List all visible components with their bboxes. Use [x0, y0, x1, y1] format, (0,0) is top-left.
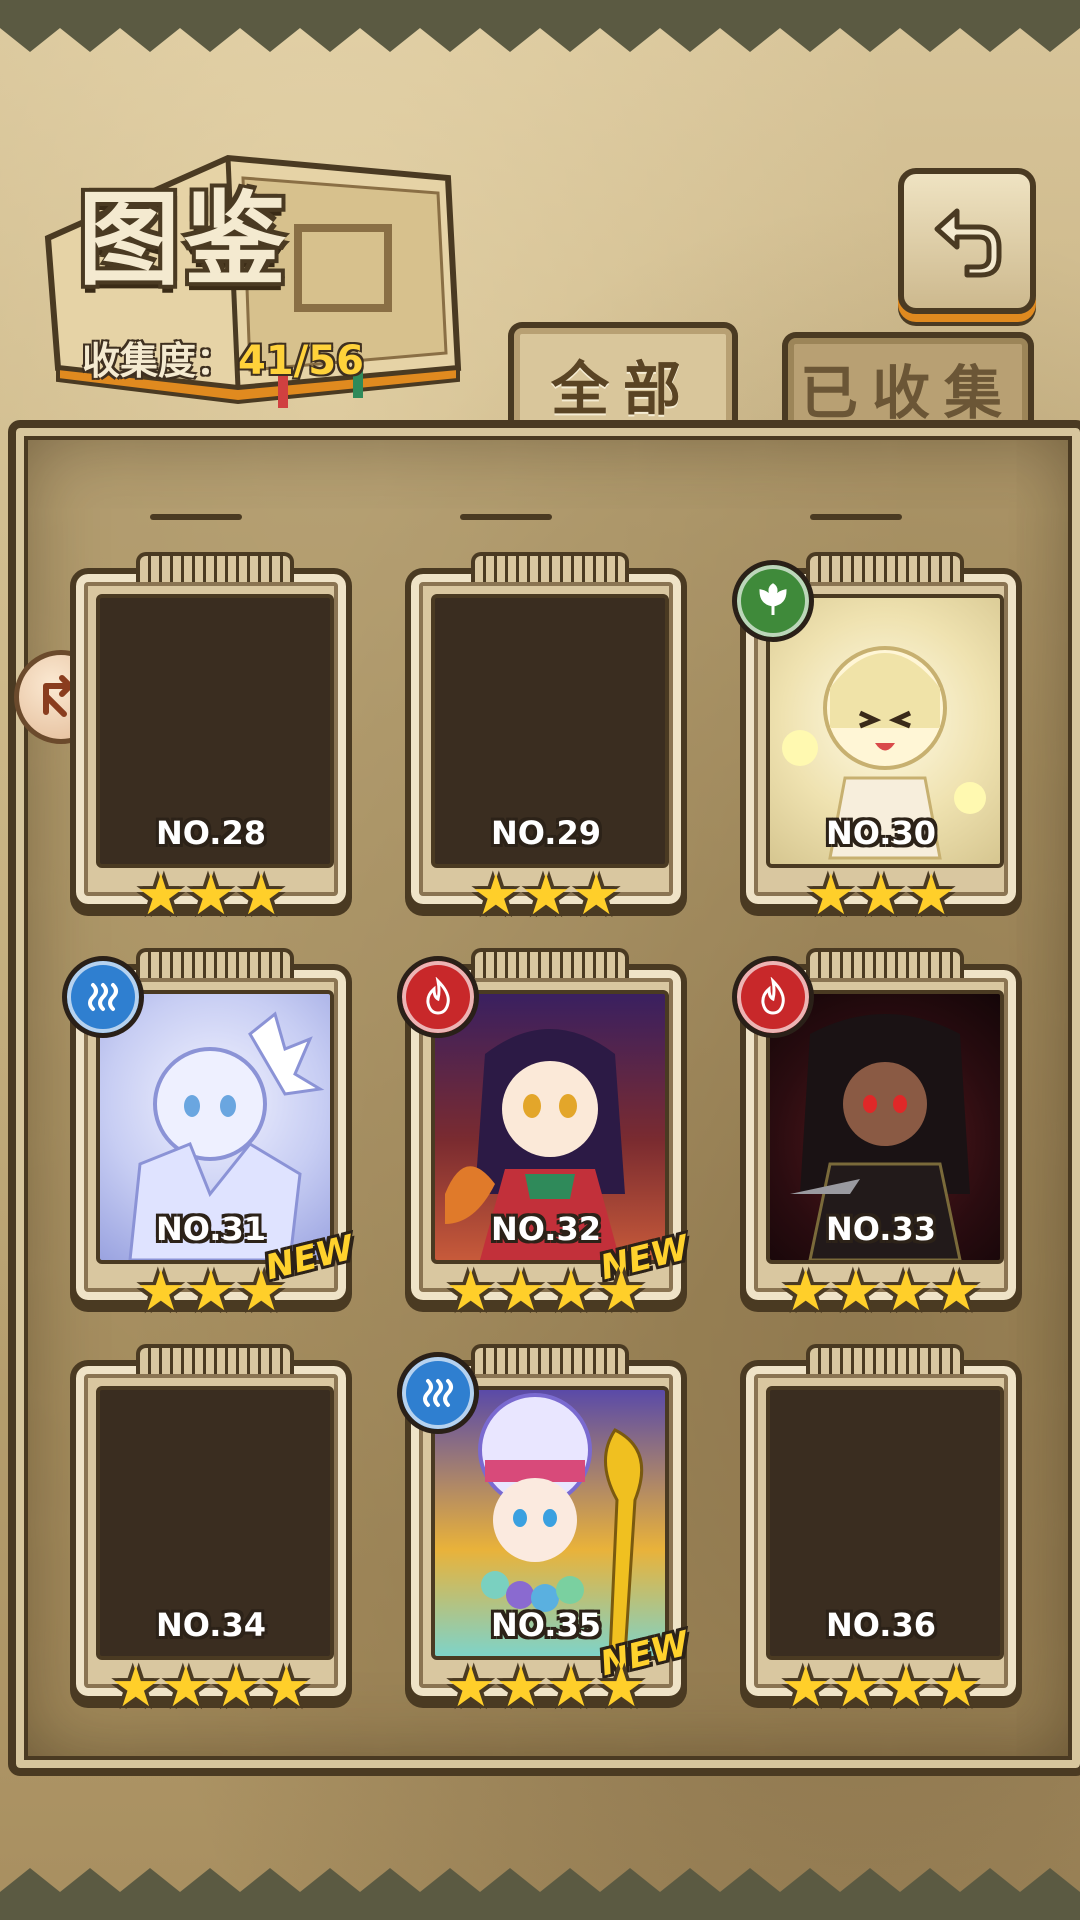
card-number: NO.30	[826, 814, 936, 852]
card-ornament	[471, 552, 629, 582]
star-rating: ★★★★	[411, 1264, 681, 1320]
water-icon	[397, 1352, 479, 1434]
card-ornament	[806, 552, 964, 582]
monster-card[interactable]: NO.29 ★★★	[405, 552, 687, 924]
star-rating: ★★★★	[411, 1660, 681, 1716]
star-rating: ★★★★	[746, 1660, 1016, 1716]
page-title: 图鉴	[78, 181, 290, 300]
card-number: NO.28	[156, 814, 266, 852]
star-icon: ★★★★	[780, 1259, 982, 1324]
card-ornament	[806, 1344, 964, 1374]
water-icon	[62, 956, 144, 1038]
back-button[interactable]	[898, 168, 1036, 314]
card-ornament	[471, 1344, 629, 1374]
star-icon: ★★★★	[780, 1655, 982, 1720]
bottom-zigzag-border	[0, 1868, 1080, 1920]
monster-card[interactable]: NO.32 NEW ★★★★	[397, 948, 693, 1320]
fire-icon	[397, 956, 479, 1038]
card-number: NO.33	[826, 1210, 936, 1248]
monster-card[interactable]: NO.30 ★★★	[732, 552, 1022, 924]
star-icon: ★★★	[470, 863, 622, 928]
star-icon: ★★★★	[110, 1655, 312, 1720]
card-ornament	[136, 948, 294, 978]
star-rating: ★★★	[411, 868, 681, 924]
star-icon: ★★★	[135, 863, 287, 928]
monster-card[interactable]: NO.31 NEW ★★★	[62, 948, 358, 1320]
star-rating: ★★★	[746, 868, 1016, 924]
star-icon: ★★★★	[445, 1655, 647, 1720]
monster-card[interactable]: NO.28 ★★★	[70, 552, 352, 924]
progress-label: 收集度：	[82, 339, 235, 383]
collection-progress: 收集度： 41/56	[82, 330, 364, 385]
return-arrow-icon	[934, 208, 1002, 278]
star-rating: ★★★★	[746, 1264, 1016, 1320]
card-number: NO.29	[491, 814, 601, 852]
card-number: NO.36	[826, 1606, 936, 1644]
monster-card[interactable]: NO.34 ★★★★	[70, 1344, 352, 1716]
card-ornament	[471, 948, 629, 978]
star-rating: ★★★	[76, 868, 346, 924]
column-divider	[150, 514, 242, 520]
star-icon: ★★★★	[445, 1259, 647, 1324]
leaf-icon	[732, 560, 814, 642]
monster-card[interactable]: NO.36 ★★★★	[740, 1344, 1022, 1716]
fire-icon	[732, 956, 814, 1038]
star-icon: ★★★	[135, 1259, 287, 1324]
star-rating: ★★★★	[76, 1660, 346, 1716]
star-rating: ★★★	[76, 1264, 346, 1320]
monster-card[interactable]: NO.33 ★★★★	[732, 948, 1022, 1320]
progress-value: 41/56	[238, 338, 364, 384]
card-ornament	[136, 1344, 294, 1374]
card-number: NO.34	[156, 1606, 266, 1644]
top-zigzag-border	[0, 0, 1080, 52]
card-ornament	[806, 948, 964, 978]
monster-card[interactable]: NO.35 NEW ★★★★	[397, 1344, 693, 1716]
card-ornament	[136, 552, 294, 582]
column-divider	[810, 514, 902, 520]
column-divider	[460, 514, 552, 520]
star-icon: ★★★	[805, 863, 957, 928]
